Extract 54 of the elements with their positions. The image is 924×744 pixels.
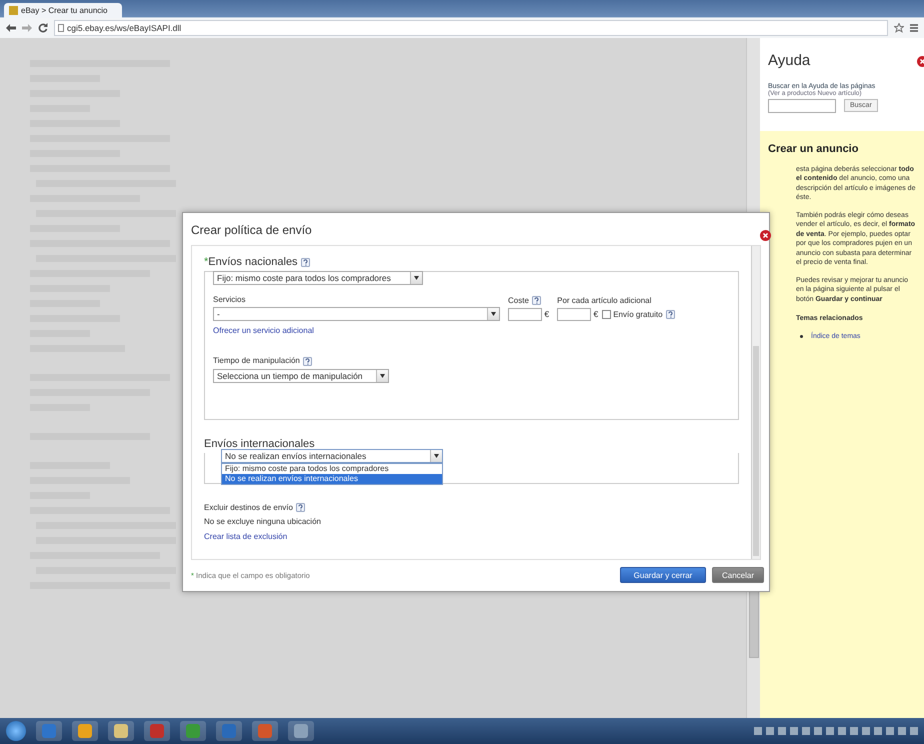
forward-icon[interactable] — [22, 24, 32, 32]
help-icon[interactable] — [296, 502, 305, 512]
checkbox[interactable] — [602, 310, 612, 320]
dropdown[interactable]: No se realizan envíos internacionales — [221, 448, 443, 462]
section-title: Envíos internacionales — [204, 438, 316, 450]
field-label: Excluir destinos de envío — [204, 502, 293, 512]
help-icon[interactable] — [532, 296, 541, 306]
close-icon[interactable] — [760, 230, 771, 241]
cancel-button[interactable]: Cancelar — [712, 567, 764, 583]
page-icon — [58, 24, 64, 32]
status-text: No se excluye ninguna ubicación — [204, 516, 322, 526]
checkbox-label: Envío gratuito — [613, 310, 663, 319]
scrollbar[interactable] — [751, 246, 760, 559]
help-icon[interactable] — [666, 310, 675, 320]
input-field[interactable] — [508, 308, 542, 322]
section-title: Envíos nacionales — [208, 256, 298, 268]
topic-title: Crear un anuncio — [768, 145, 860, 154]
field-label: Servicios — [213, 295, 246, 304]
dropdown[interactable]: Fijo: mismo coste para todos los compradores — [213, 271, 423, 285]
currency-label: € — [544, 309, 550, 319]
field-label: Por cada artículo adicional — [557, 296, 652, 306]
required-mark: * — [204, 256, 208, 268]
panel-title: Ayuda — [768, 52, 812, 69]
favicon-icon — [9, 6, 18, 15]
currency-label: € — [593, 309, 598, 319]
exclusion-list-link[interactable]: Crear lista de exclusión — [204, 532, 288, 541]
taskbar-app-icon[interactable] — [72, 721, 98, 741]
caret-icon — [414, 276, 419, 280]
field-label: Coste — [508, 296, 529, 305]
dropdown-option[interactable]: Fijo: mismo coste para todos los compradores — [222, 464, 442, 474]
menu-icon[interactable] — [910, 24, 918, 32]
taskbar-app-icon[interactable] — [288, 721, 314, 741]
taskbar-app-icon[interactable] — [108, 721, 134, 741]
address-bar[interactable]: cgi5.ebay.es/ws/eBayISAPI.dll — [54, 20, 888, 36]
help-icon[interactable] — [302, 356, 312, 366]
star-icon[interactable] — [894, 23, 904, 33]
dropdown[interactable]: Selecciona un tiempo de manipulación — [213, 368, 389, 382]
help-icon[interactable] — [300, 258, 310, 267]
start-button[interactable] — [6, 721, 26, 741]
caret-icon — [380, 374, 385, 378]
save-button[interactable]: Guardar y cerrar — [620, 567, 706, 583]
caret-icon — [434, 454, 439, 458]
reload-icon[interactable] — [38, 23, 48, 33]
dialog-title: Crear política de envío — [191, 223, 312, 237]
browser-tab[interactable]: eBay > Crear tu anuncio — [4, 3, 122, 18]
caret-icon — [491, 312, 496, 316]
search-field[interactable] — [768, 99, 836, 113]
dropdown[interactable]: - — [213, 307, 500, 322]
add-service-link[interactable]: Ofrecer un servicio adicional — [213, 326, 314, 336]
dropdown-option[interactable]: No se realizan envíos internacionales — [222, 474, 442, 484]
input-field[interactable] — [557, 308, 592, 322]
back-icon[interactable] — [6, 24, 16, 32]
bullet-icon — [800, 334, 803, 338]
field-label: Tiempo de manipulación — [213, 356, 300, 366]
